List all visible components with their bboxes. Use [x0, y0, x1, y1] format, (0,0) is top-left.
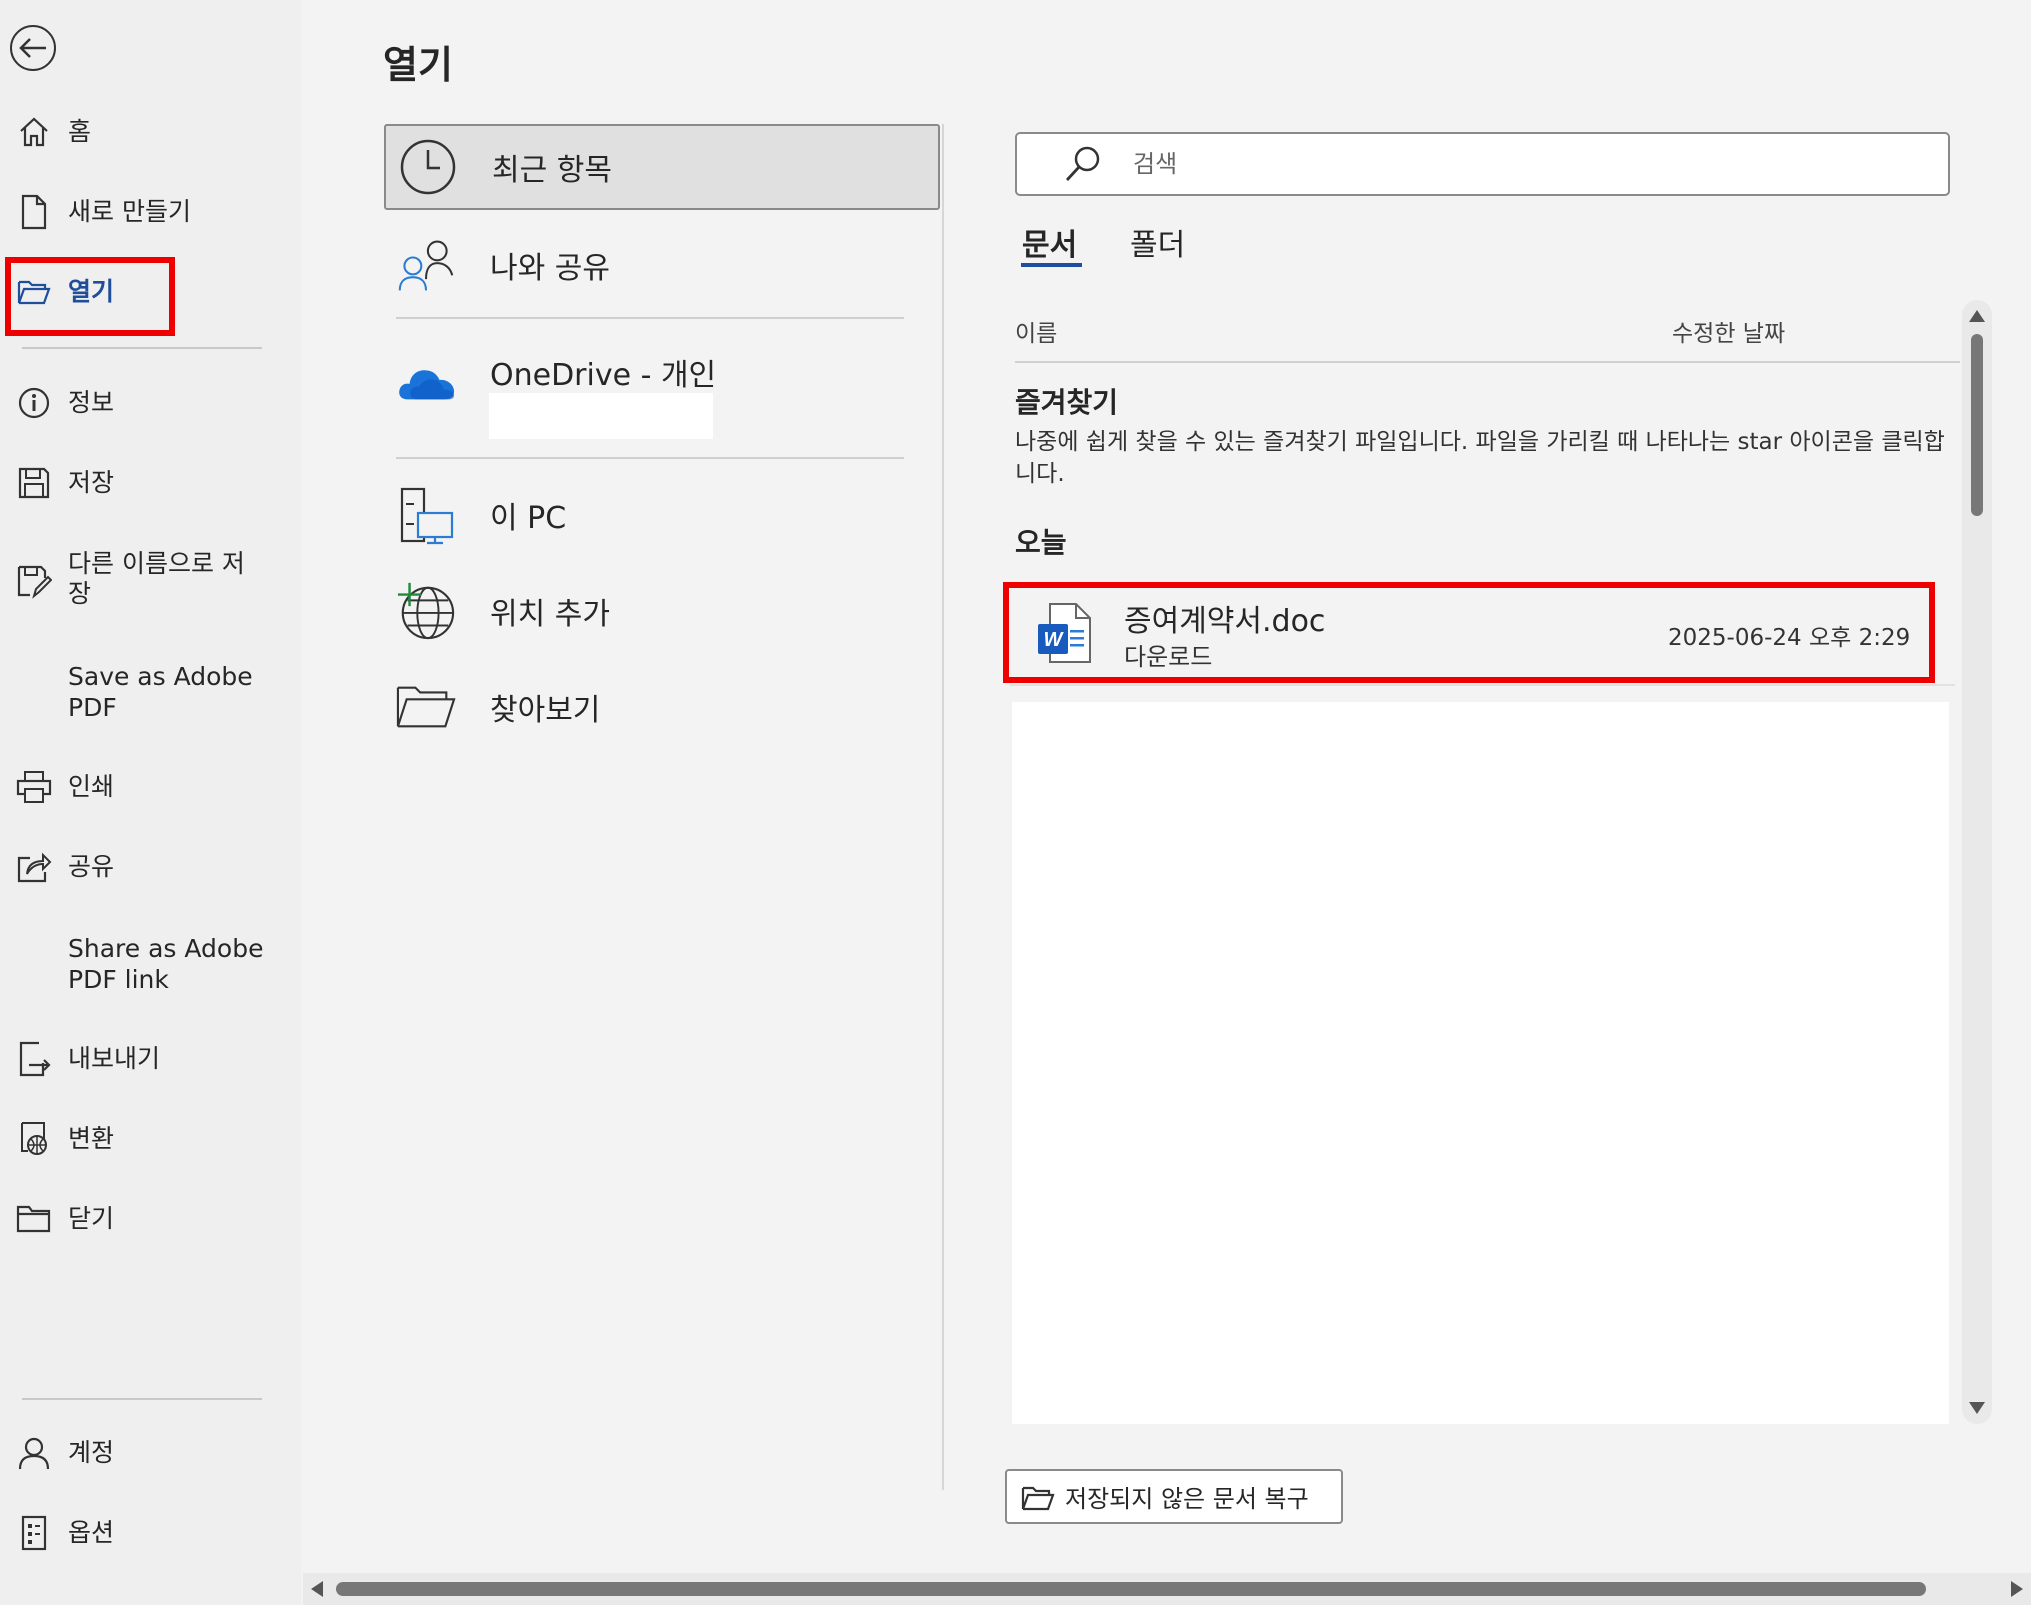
page-title: 열기 [383, 43, 453, 87]
location-add-place[interactable]: 위치 추가 [384, 568, 940, 654]
location-recent[interactable]: 최근 항목 [384, 124, 940, 210]
sidebar-item-close[interactable]: 닫기 [0, 1203, 301, 1235]
sidebar-item-label-line2: 장 [68, 579, 92, 608]
sidebar-item-label: Share as Adobe [68, 934, 264, 963]
file-list-empty-area [1012, 702, 1949, 1424]
share-icon [16, 849, 52, 885]
account-icon [16, 1435, 52, 1471]
sidebar-divider [22, 347, 262, 349]
sidebar-item-label: 계정 [68, 1438, 115, 1467]
back-arrow-icon[interactable] [10, 25, 56, 71]
location-this-pc[interactable]: 이 PC [384, 472, 940, 558]
sidebar-item-label-line2: PDF link [68, 965, 169, 994]
pane-divider [942, 124, 944, 1490]
location-label: OneDrive - 개인 [490, 358, 717, 393]
sidebar-item-label: 정보 [68, 388, 115, 417]
sidebar-item-export[interactable]: 내보내기 [0, 1041, 301, 1077]
location-label: 최근 항목 [492, 153, 612, 188]
scroll-down-icon[interactable] [1969, 1402, 1985, 1414]
onedrive-icon [396, 351, 456, 411]
tab-active-indicator [1021, 263, 1082, 267]
scroll-up-icon[interactable] [1969, 310, 1985, 322]
sidebar-item-save-as-adobe-pdf[interactable]: Save as Adobe PDF [0, 661, 301, 725]
search-icon [1063, 144, 1103, 184]
today-heading: 오늘 [1015, 526, 1067, 559]
header-divider [1015, 361, 1960, 363]
onedrive-account-redacted [489, 393, 713, 439]
browse-folder-icon [396, 677, 456, 737]
location-shared-with-me[interactable]: 나와 공유 [384, 222, 940, 308]
column-header-modified[interactable]: 수정한 날짜 [1672, 314, 1785, 348]
row-divider [1010, 684, 1955, 686]
sidebar-item-transform[interactable]: 변환 [0, 1121, 301, 1157]
sidebar-item-new[interactable]: 새로 만들기 [0, 194, 301, 230]
sidebar-item-label: 내보내기 [68, 1044, 161, 1073]
location-label: 위치 추가 [490, 597, 610, 632]
this-pc-icon [396, 485, 456, 545]
print-icon [16, 769, 52, 805]
sidebar-item-label: 닫기 [68, 1204, 115, 1233]
column-header-name[interactable]: 이름 [1015, 314, 1057, 348]
scroll-left-icon[interactable] [311, 1581, 323, 1597]
sidebar-item-label: 인쇄 [68, 772, 115, 801]
scroll-thumb[interactable] [1971, 334, 1983, 516]
locations-divider [396, 317, 904, 319]
favorites-description: 나중에 쉽게 찾을 수 있는 즐겨찾기 파일입니다. 파일을 가리킬 때 나타나… [1015, 429, 1945, 487]
highlight-box-file [1003, 582, 1935, 683]
vertical-scrollbar[interactable] [1962, 300, 1992, 1424]
transform-icon [16, 1121, 52, 1157]
search-box[interactable] [1015, 132, 1950, 196]
search-input[interactable] [1133, 144, 1913, 184]
sidebar-item-share-adobe-pdf-link[interactable]: Share as Adobe PDF link [0, 933, 301, 997]
close-folder-icon [16, 1201, 52, 1237]
export-icon [16, 1041, 52, 1077]
sidebar-item-share[interactable]: 공유 [0, 851, 301, 883]
sidebar-divider [22, 1398, 262, 1400]
highlight-box-open [5, 257, 175, 336]
options-icon [16, 1515, 52, 1551]
sidebar-item-label: 저장 [68, 468, 115, 497]
horizontal-scrollbar[interactable] [303, 1573, 2031, 1605]
sidebar-item-label: 홈 [68, 117, 92, 146]
sidebar-item-label: Save as Adobe [68, 662, 253, 691]
sidebar-item-label: 공유 [68, 852, 115, 881]
clock-icon [398, 137, 458, 197]
location-label: 찾아보기 [490, 693, 601, 728]
sidebar-item-save[interactable]: 저장 [0, 467, 301, 499]
location-browse[interactable]: 찾아보기 [384, 664, 940, 750]
save-as-icon [16, 564, 52, 600]
backstage-sidebar: 홈 새로 만들기 열기 정보 저장 다른 이름으로 저 장 Save as Ad… [0, 0, 301, 1605]
scroll-thumb[interactable] [336, 1582, 1926, 1596]
sidebar-item-label: 새로 만들기 [68, 197, 191, 226]
sidebar-item-label: 변환 [68, 1124, 115, 1153]
location-label: 이 PC [490, 501, 567, 536]
save-icon [16, 465, 52, 501]
recover-unsaved-documents-button[interactable]: 저장되지 않은 문서 복구 [1005, 1469, 1343, 1524]
sidebar-item-account[interactable]: 계정 [0, 1435, 301, 1471]
sidebar-item-label-line2: PDF [68, 693, 117, 722]
favorites-heading: 즐겨찾기 [1015, 386, 1119, 419]
shared-people-icon [396, 235, 456, 295]
locations-divider [396, 457, 904, 459]
sidebar-item-home[interactable]: 홈 [0, 116, 301, 148]
tab-documents[interactable]: 문서 [1022, 220, 1077, 264]
new-document-icon [16, 194, 52, 230]
scroll-right-icon[interactable] [2011, 1581, 2023, 1597]
sidebar-item-label: 옵션 [68, 1518, 115, 1547]
sidebar-item-label: 다른 이름으로 저 [68, 549, 245, 578]
location-label: 나와 공유 [490, 251, 610, 286]
sidebar-item-options[interactable]: 옵션 [0, 1515, 301, 1551]
sidebar-item-info[interactable]: 정보 [0, 387, 301, 419]
recover-button-label: 저장되지 않은 문서 복구 [1065, 1485, 1309, 1513]
tab-folders[interactable]: 폴더 [1130, 220, 1185, 264]
add-place-icon [396, 581, 456, 641]
sidebar-item-save-as[interactable]: 다른 이름으로 저 장 [0, 548, 301, 612]
info-icon [16, 385, 52, 421]
home-icon [16, 114, 52, 150]
sidebar-item-print[interactable]: 인쇄 [0, 771, 301, 803]
open-folder-icon [1021, 1484, 1055, 1512]
